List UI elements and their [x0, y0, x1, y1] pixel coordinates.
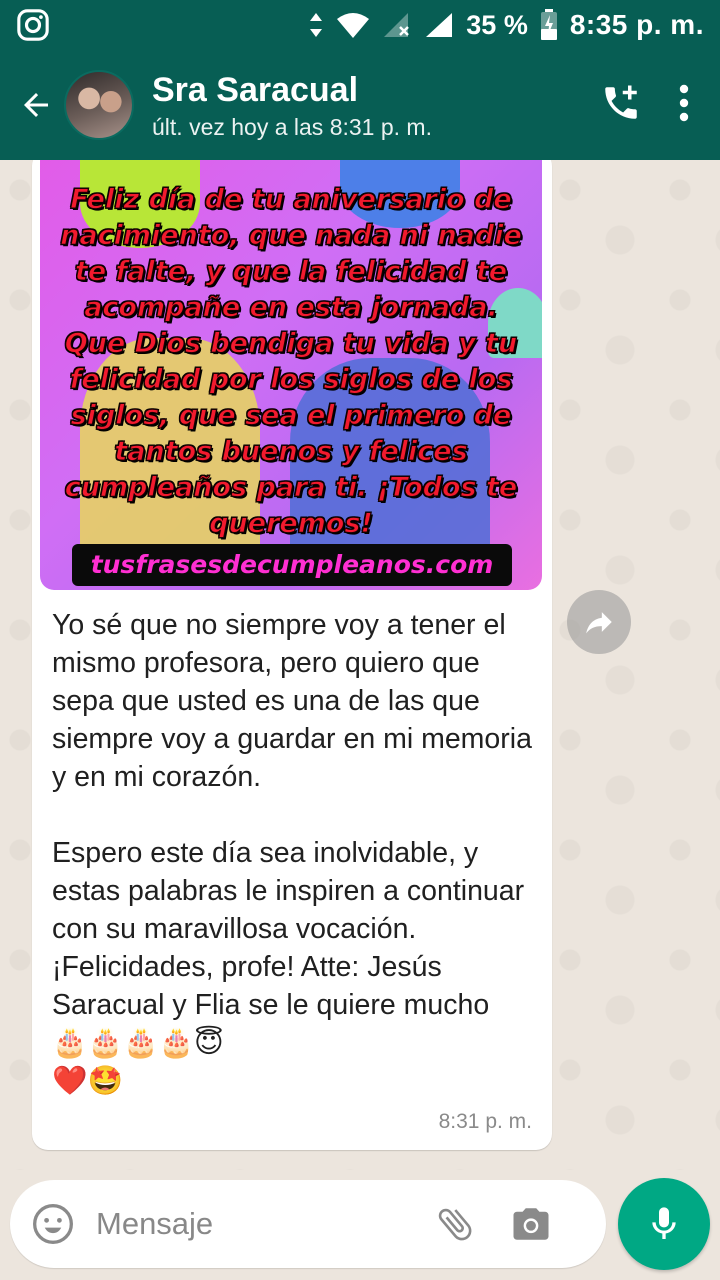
more-vert-icon	[679, 84, 689, 121]
message-input[interactable]	[96, 1206, 416, 1242]
microphone-icon	[652, 1207, 676, 1239]
signal-icon	[426, 13, 453, 37]
message-body: Yo sé que no siempre voy a tener el mism…	[52, 609, 532, 1021]
wifi-icon	[337, 13, 370, 38]
forward-button[interactable]	[567, 590, 631, 654]
phone-plus-icon	[605, 85, 637, 119]
message-text: Yo sé que no siempre voy a tener el mism…	[52, 606, 542, 1100]
no-signal-icon	[384, 13, 410, 37]
clock: 8:35 p. m.	[569, 9, 704, 40]
message-time: 8:31 p. m.	[438, 1110, 532, 1133]
message-emojis: 🎂🎂🎂🎂😇 ❤️🤩	[52, 1026, 224, 1097]
instagram-icon	[17, 9, 49, 41]
image-caption-text: Feliz día de tu aniversario de nacimient…	[60, 184, 523, 540]
message-bubble[interactable]: Feliz día de tu aniversario de nacimient…	[32, 160, 552, 1150]
contact-name[interactable]: Sra Saracual	[152, 70, 432, 110]
battery-percent: 35 %	[466, 9, 528, 40]
voice-record-button[interactable]	[618, 1178, 710, 1270]
smiley-icon	[33, 1204, 73, 1244]
emoji-button[interactable]	[30, 1201, 76, 1247]
message-compose-bar	[10, 1180, 606, 1268]
last-seen: últ. vez hoy a las 8:31 p. m.	[152, 113, 432, 140]
camera-icon	[513, 1208, 549, 1240]
back-button[interactable]	[8, 77, 64, 133]
contact-info[interactable]: Sra Saracual últ. vez hoy a las 8:31 p. …	[152, 70, 432, 141]
camera-button[interactable]	[506, 1199, 556, 1249]
message-image[interactable]: Feliz día de tu aniversario de nacimient…	[40, 160, 542, 590]
chat-header: Sra Saracual últ. vez hoy a las 8:31 p. …	[0, 50, 720, 160]
chat-area[interactable]: Feliz día de tu aniversario de nacimient…	[0, 160, 720, 1170]
more-options-button[interactable]	[678, 83, 690, 128]
contact-avatar[interactable]	[64, 70, 134, 140]
add-call-button[interactable]	[600, 82, 642, 129]
battery-icon	[540, 9, 557, 40]
arrow-back-icon	[24, 93, 48, 117]
status-bar: 35 % 8:35 p. m.	[0, 0, 720, 50]
forward-icon	[586, 612, 612, 634]
data-arrows-icon	[310, 13, 323, 37]
image-site-label: tusfrasesdecumpleanos.com	[72, 544, 512, 586]
paperclip-icon	[438, 1208, 472, 1241]
attach-button[interactable]	[430, 1199, 480, 1249]
